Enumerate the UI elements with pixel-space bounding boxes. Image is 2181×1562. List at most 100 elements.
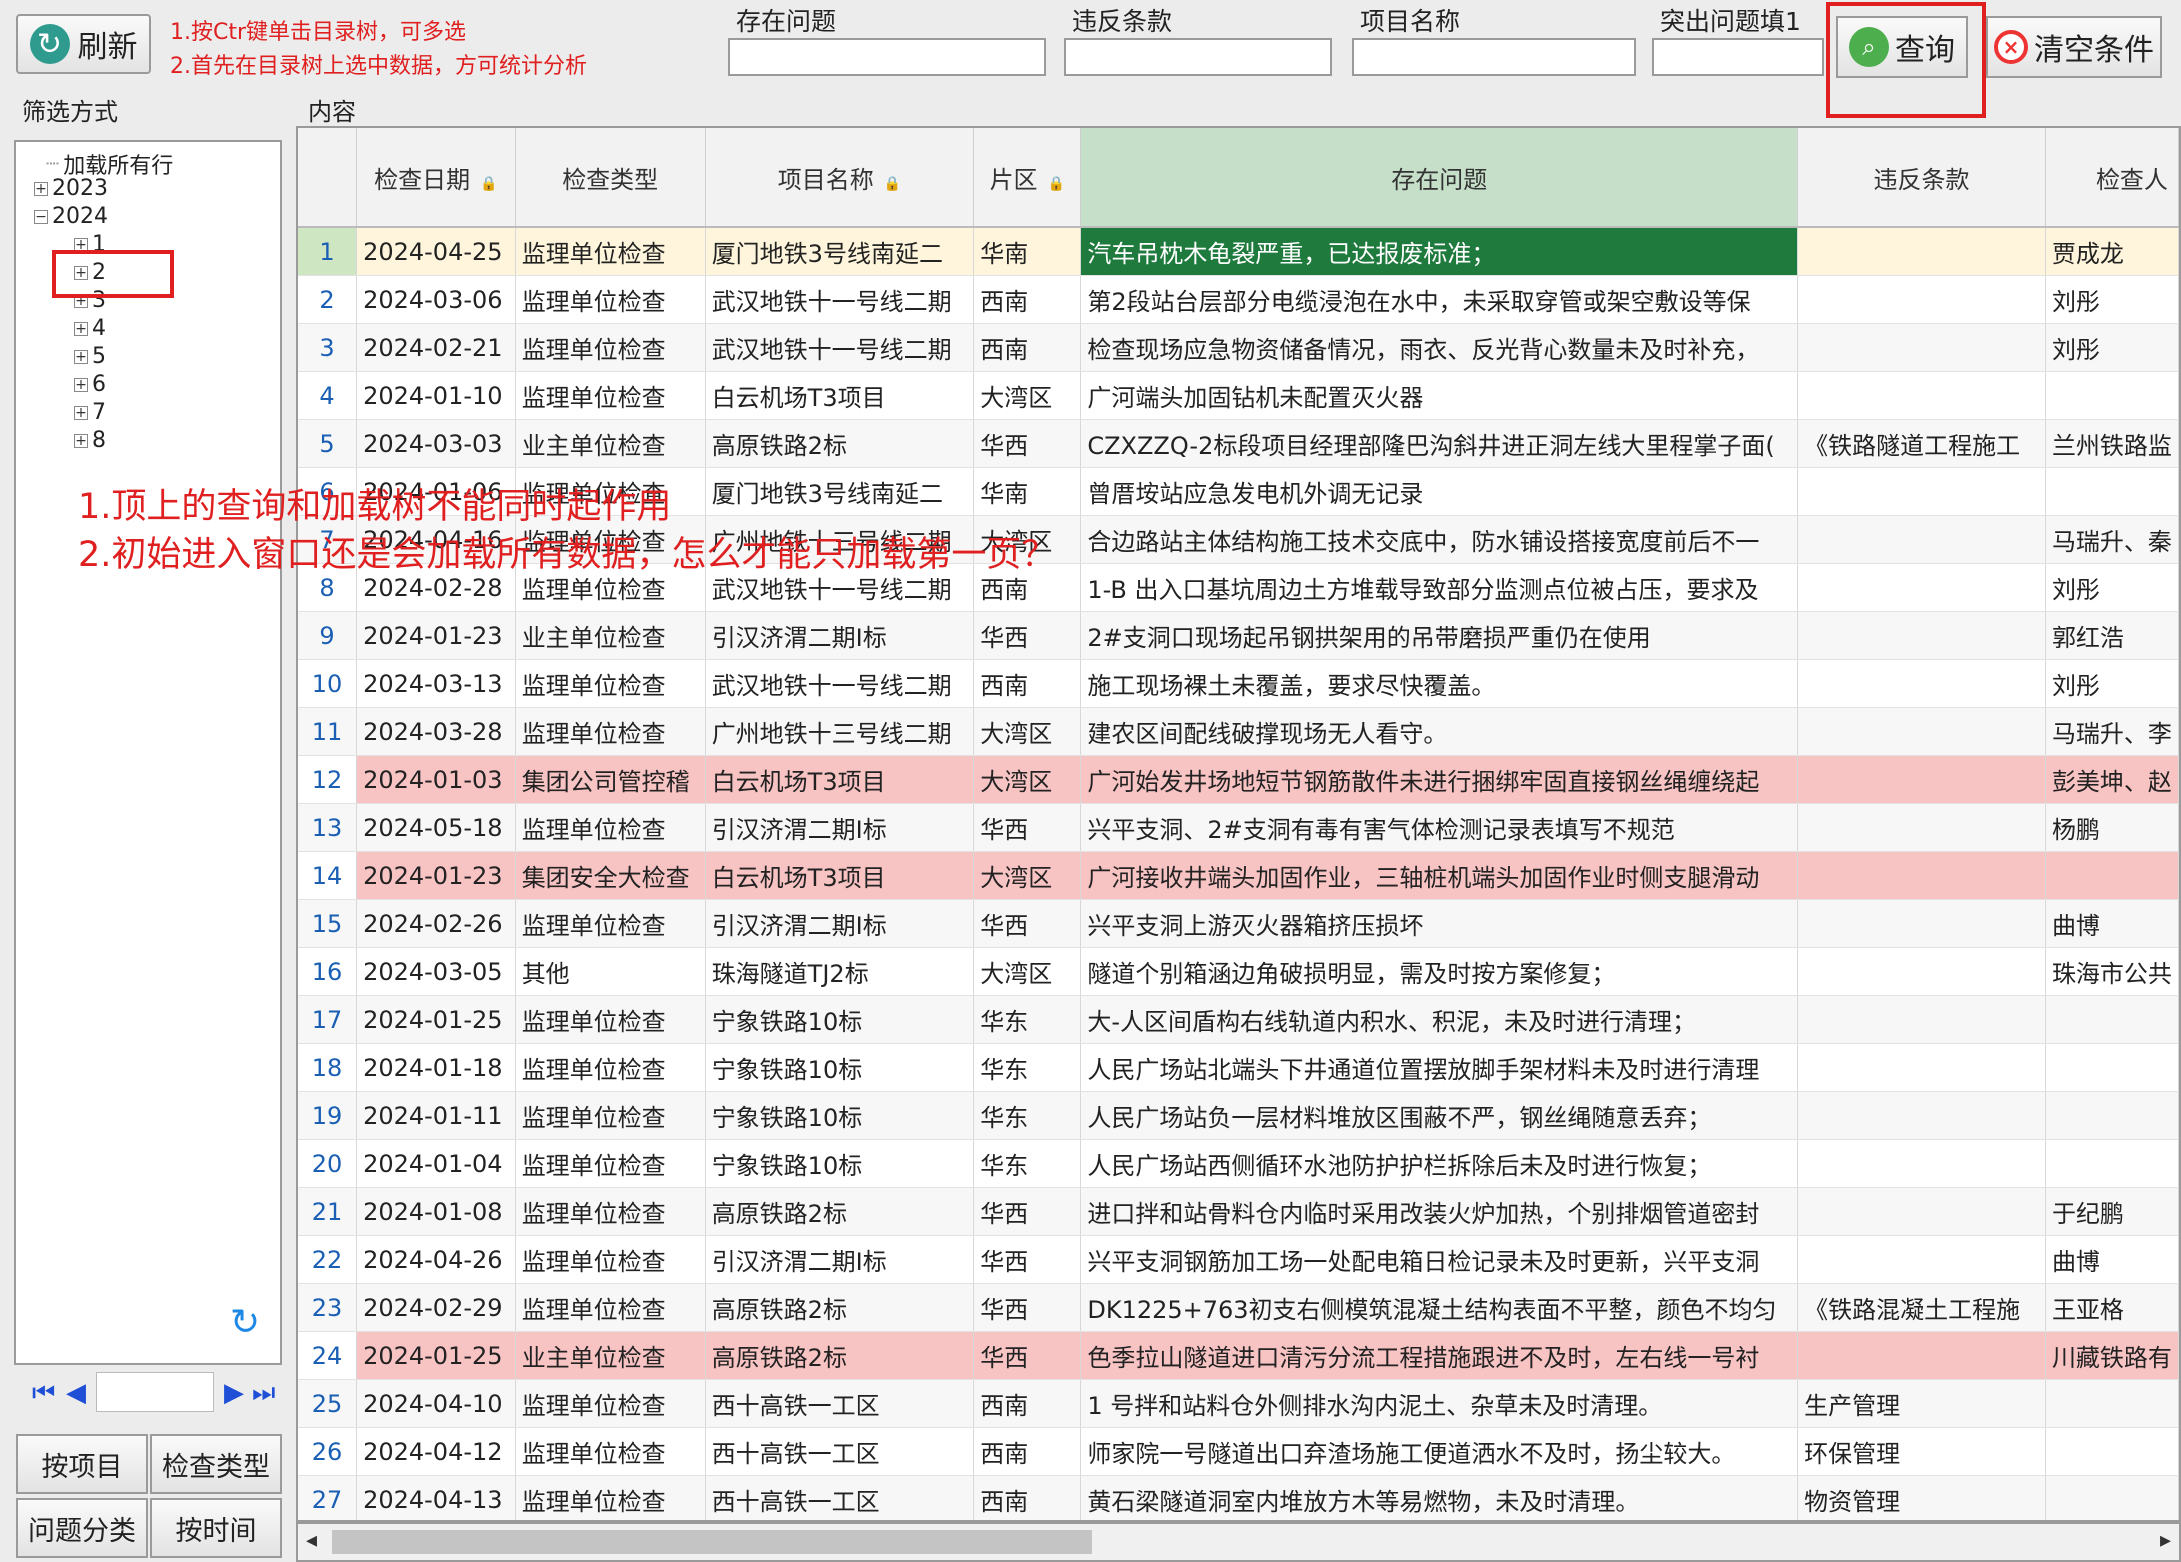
table-cell[interactable]: 业主单位检查 <box>515 419 706 468</box>
table-cell[interactable]: 王亚格 <box>2045 1283 2179 1332</box>
table-cell[interactable]: 华东 <box>973 995 1082 1044</box>
table-cell[interactable]: 《铁路隧道工程施工 <box>1797 419 2046 468</box>
table-cell[interactable]: 2024-01-11 <box>356 1091 516 1140</box>
table-cell[interactable]: 刘彤 <box>2045 659 2179 708</box>
table-cell[interactable]: 2024-02-29 <box>356 1283 516 1332</box>
table-cell[interactable]: 珠海隧道TJ2标 <box>705 947 975 996</box>
table-cell[interactable]: 白云机场T3项目 <box>705 371 975 420</box>
table-cell[interactable]: 大湾区 <box>973 851 1082 900</box>
table-cell[interactable]: 白云机场T3项目 <box>705 851 975 900</box>
table-row[interactable]: 2 2024-03-06 监理单位检查 武汉地铁十一号线二期 西南 第2段站台层部分电缆浸… <box>298 275 2179 324</box>
table-cell[interactable]: 广河接收井端头加固作业，三轴桩机端头加固作业时侧支腿滑动 <box>1080 851 1799 900</box>
table-cell[interactable]: 2024-04-12 <box>356 1427 516 1476</box>
table-cell[interactable] <box>1797 947 2046 996</box>
table-cell[interactable] <box>1797 611 2046 660</box>
table-cell[interactable]: CZXZZQ-2标段项目经理部隆巴沟斜井进正洞左线大里程掌子面( <box>1080 419 1799 468</box>
next-page-icon[interactable]: ▶ <box>224 1378 244 1408</box>
table-cell[interactable]: 物资管理 <box>1797 1475 2046 1520</box>
table-cell[interactable]: 集团公司管控稽 <box>515 755 706 804</box>
table-cell[interactable]: 监理单位检查 <box>515 1091 706 1140</box>
table-cell[interactable]: 华西 <box>973 611 1082 660</box>
refresh-button[interactable]: ↻ 刷新 <box>16 14 151 74</box>
table-cell[interactable]: 华西 <box>973 1235 1082 1284</box>
table-cell[interactable]: 大湾区 <box>973 371 1082 420</box>
table-cell[interactable]: 其他 <box>515 947 706 996</box>
table-cell[interactable]: 监理单位检查 <box>515 899 706 948</box>
clear-conditions-button[interactable]: × 清空条件 <box>1986 16 2162 78</box>
tree-month-4[interactable]: +4 <box>74 316 106 341</box>
table-cell[interactable]: 华南 <box>973 467 1082 516</box>
tree-month-5[interactable]: +5 <box>74 344 106 369</box>
table-cell[interactable]: 监理单位检查 <box>515 1475 706 1520</box>
header-date[interactable]: 检查日期 🔒 <box>356 128 516 228</box>
table-cell[interactable]: 刘彤 <box>2045 563 2179 612</box>
table-cell[interactable]: 西南 <box>973 1427 1082 1476</box>
table-cell[interactable]: 武汉地铁十一号线二期 <box>705 323 975 372</box>
table-cell[interactable]: 华西 <box>973 1187 1082 1236</box>
table-cell[interactable]: 大湾区 <box>973 755 1082 804</box>
table-row[interactable]: 21 2024-01-08 监理单位检查 高原铁路2标 华西 进口拌和站骨料仓内临时采用改… <box>298 1187 2179 1236</box>
table-cell[interactable]: 2#支洞口现场起吊钢拱架用的吊带磨损严重仍在使用 <box>1080 611 1799 660</box>
table-cell[interactable]: 2024-01-25 <box>356 995 516 1044</box>
table-cell[interactable] <box>2045 851 2179 900</box>
table-cell[interactable] <box>1797 1187 2046 1236</box>
table-cell[interactable]: 马瑞升、李 <box>2045 707 2179 756</box>
table-cell[interactable]: 监理单位检查 <box>515 803 706 852</box>
table-cell[interactable]: 宁象铁路10标 <box>705 1091 975 1140</box>
table-cell[interactable]: 郭红浩 <box>2045 611 2179 660</box>
table-row[interactable]: 22 2024-04-26 监理单位检查 引汉济渭二期Ⅰ标 华西 兴平支洞钢筋加工场一处配… <box>298 1235 2179 1284</box>
table-cell[interactable] <box>2045 1043 2179 1092</box>
table-cell[interactable]: 华西 <box>973 803 1082 852</box>
table-cell[interactable]: 宁象铁路10标 <box>705 995 975 1044</box>
table-cell[interactable]: 人民广场站负一层材料堆放区围蔽不严，钢丝绳随意丢弃； <box>1080 1091 1799 1140</box>
table-cell[interactable]: 人民广场站西侧循环水池防护护栏拆除后未及时进行恢复； <box>1080 1139 1799 1188</box>
table-cell[interactable]: 进口拌和站骨料仓内临时采用改装火炉加热，个别排烟管道密封 <box>1080 1187 1799 1236</box>
table-row[interactable]: 5 2024-03-03 业主单位检查 高原铁路2标 华西 CZXZZQ-2标段项目经理部… <box>298 419 2179 468</box>
table-cell[interactable]: 广河始发井场地短节钢筋散件未进行捆绑牢固直接钢丝绳缠绕起 <box>1080 755 1799 804</box>
table-row[interactable]: 16 2024-03-05 其他 珠海隧道TJ2标 大湾区 隧道个别箱涵边角破损明显，需及… <box>298 947 2179 996</box>
table-cell[interactable]: 2024-03-13 <box>356 659 516 708</box>
table-cell[interactable] <box>2045 467 2179 516</box>
table-cell[interactable] <box>1797 1139 2046 1188</box>
table-cell[interactable]: 2024-01-03 <box>356 755 516 804</box>
table-cell[interactable] <box>1797 563 2046 612</box>
table-row[interactable]: 1 2024-04-25 监理单位检查 厦门地铁3号线南延二 华南 汽车吊枕木龟裂严重，已… <box>298 227 2179 276</box>
table-cell[interactable]: 《铁路混凝土工程施 <box>1797 1283 2046 1332</box>
table-cell[interactable]: 2024-01-10 <box>356 371 516 420</box>
tree-year-2024[interactable]: − 2024 <box>34 204 108 229</box>
table-row[interactable]: 20 2024-01-04 监理单位检查 宁象铁路10标 华东 人民广场站西侧循环水池防护… <box>298 1139 2179 1188</box>
table-cell[interactable] <box>1797 899 2046 948</box>
table-cell[interactable]: 汽车吊枕木龟裂严重，已达报废标准； <box>1080 227 1799 276</box>
table-row[interactable]: 27 2024-04-13 监理单位检查 西十高铁一工区 西南 黄石梁隧道洞室内堆放方木等… <box>298 1475 2179 1520</box>
table-cell[interactable]: 厦门地铁3号线南延二 <box>705 227 975 276</box>
table-cell[interactable]: 2024-01-23 <box>356 611 516 660</box>
table-cell[interactable]: 武汉地铁十一号线二期 <box>705 659 975 708</box>
by-project-button[interactable]: 按项目 <box>16 1434 148 1494</box>
table-row[interactable]: 19 2024-01-11 监理单位检查 宁象铁路10标 华东 人民广场站负一层材料堆放区… <box>298 1091 2179 1140</box>
expand-icon[interactable]: + <box>74 433 88 448</box>
header-type[interactable]: 检查类型 <box>515 128 706 228</box>
table-cell[interactable]: 2024-02-21 <box>356 323 516 372</box>
table-cell[interactable]: 业主单位检查 <box>515 1331 706 1380</box>
table-cell[interactable] <box>2045 995 2179 1044</box>
table-cell[interactable] <box>2045 1427 2179 1476</box>
table-cell[interactable]: 监理单位检查 <box>515 707 706 756</box>
table-cell[interactable]: 曲博 <box>2045 1235 2179 1284</box>
table-cell[interactable]: 监理单位检查 <box>515 659 706 708</box>
table-cell[interactable]: 业主单位检查 <box>515 611 706 660</box>
table-cell[interactable]: 西十高铁一工区 <box>705 1475 975 1520</box>
expand-icon[interactable]: + <box>74 349 88 364</box>
table-cell[interactable]: 监理单位检查 <box>515 323 706 372</box>
table-cell[interactable]: 杨鹏 <box>2045 803 2179 852</box>
filter-input-clause[interactable] <box>1064 38 1332 76</box>
table-cell[interactable] <box>1797 995 2046 1044</box>
table-cell[interactable]: 引汉济渭二期Ⅰ标 <box>705 899 975 948</box>
table-row[interactable]: 4 2024-01-10 监理单位检查 白云机场T3项目 大湾区 广河端头加固钻机未配置灭… <box>298 371 2179 420</box>
table-cell[interactable]: 华西 <box>973 419 1082 468</box>
table-cell[interactable]: 监理单位检查 <box>515 995 706 1044</box>
table-cell[interactable]: 华西 <box>973 1283 1082 1332</box>
table-cell[interactable] <box>1797 1043 2046 1092</box>
table-cell[interactable] <box>2045 1139 2179 1188</box>
page-number-input[interactable] <box>96 1372 214 1412</box>
header-project[interactable]: 项目名称 🔒 <box>705 128 975 228</box>
